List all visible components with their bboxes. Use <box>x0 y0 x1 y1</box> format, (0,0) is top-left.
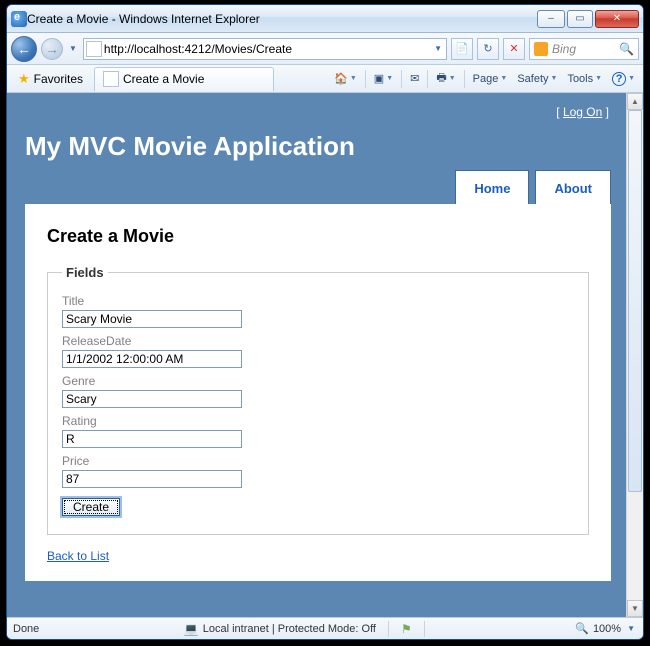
status-text: Done <box>13 623 39 635</box>
security-zone: Local intranet | Protected Mode: Off <box>203 623 376 635</box>
ie-icon <box>11 11 27 27</box>
label-genre: Genre <box>62 374 574 388</box>
tab-title: Create a Movie <box>123 72 204 86</box>
search-placeholder: Bing <box>552 42 576 56</box>
help-button[interactable]: ?▼ <box>608 68 639 90</box>
search-box[interactable]: Bing 🔍 <box>529 38 639 60</box>
page-favicon <box>86 41 102 57</box>
page-body: Create a Movie Fields Title ReleaseDate … <box>25 204 611 581</box>
compat-view-button[interactable]: 📄 <box>451 38 473 60</box>
nav-about[interactable]: About <box>535 170 611 204</box>
label-rating: Rating <box>62 414 574 428</box>
home-button[interactable]: 🏠▼ <box>330 68 361 90</box>
read-mail-button[interactable]: ✉ <box>406 68 423 90</box>
print-icon: 🖶 <box>436 69 446 88</box>
stop-button[interactable]: ✕ <box>503 38 525 60</box>
zoom-dropdown[interactable]: ▼ <box>625 624 637 633</box>
fields-fieldset: Fields Title ReleaseDate Genre Rating Pr… <box>47 265 589 535</box>
close-button[interactable]: ✕ <box>595 10 639 28</box>
window-title: Create a Movie - Windows Internet Explor… <box>27 12 537 26</box>
print-button[interactable]: 🖶▼ <box>432 68 459 90</box>
feeds-button[interactable]: ▣▼ <box>370 68 397 90</box>
star-icon: ★ <box>18 71 30 87</box>
zoom-icon[interactable]: 🔍 <box>575 622 589 635</box>
nav-history-dropdown[interactable]: ▼ <box>67 44 79 53</box>
bing-icon <box>534 42 548 56</box>
address-bar: ▼ <box>83 38 447 60</box>
separator <box>388 621 389 637</box>
separator <box>365 70 366 88</box>
input-price[interactable] <box>62 470 242 488</box>
favorites-button[interactable]: ★ Favorites <box>11 68 90 90</box>
titlebar: Create a Movie - Windows Internet Explor… <box>7 5 643 33</box>
label-releasedate: ReleaseDate <box>62 334 574 348</box>
status-bar: Done 💻 Local intranet | Protected Mode: … <box>7 617 643 639</box>
command-bar: 🏠▼ ▣▼ ✉ 🖶▼ Page▼ Safety▼ Tools▼ ?▼ <box>330 68 639 90</box>
scroll-track[interactable] <box>627 110 643 600</box>
search-icon[interactable]: 🔍 <box>619 42 634 56</box>
rss-icon: ▣ <box>374 72 384 85</box>
input-title[interactable] <box>62 310 242 328</box>
minimize-button[interactable]: – <box>537 10 565 28</box>
maximize-button[interactable]: ▭ <box>567 10 593 28</box>
vertical-scrollbar[interactable]: ▲ ▼ <box>626 93 643 617</box>
page-menu[interactable]: Page▼ <box>469 68 512 90</box>
tab-favicon <box>103 71 119 87</box>
label-title: Title <box>62 294 574 308</box>
favorites-label: Favorites <box>34 72 83 86</box>
input-genre[interactable] <box>62 390 242 408</box>
url-dropdown[interactable]: ▼ <box>432 44 444 53</box>
input-rating[interactable] <box>62 430 242 448</box>
viewport: [ Log On ] My MVC Movie Application Home… <box>7 93 643 617</box>
favorites-bar: ★ Favorites Create a Movie 🏠▼ ▣▼ ✉ 🖶▼ Pa… <box>7 65 643 93</box>
tools-menu[interactable]: Tools▼ <box>563 68 606 90</box>
separator <box>424 621 425 637</box>
app-container: [ Log On ] My MVC Movie Application Home… <box>7 93 629 599</box>
logon-link[interactable]: Log On <box>563 105 602 119</box>
browser-window: Create a Movie - Windows Internet Explor… <box>6 4 644 640</box>
back-button[interactable]: ← <box>11 36 37 62</box>
nav-home[interactable]: Home <box>455 170 529 204</box>
scroll-down-button[interactable]: ▼ <box>627 600 643 617</box>
mail-icon: ✉ <box>410 72 419 85</box>
back-to-list-link[interactable]: Back to List <box>47 549 109 563</box>
window-buttons: – ▭ ✕ <box>537 10 639 28</box>
page-heading: Create a Movie <box>47 226 589 247</box>
browser-tab[interactable]: Create a Movie <box>94 67 274 91</box>
help-icon: ? <box>612 72 626 86</box>
scroll-thumb[interactable] <box>628 110 642 492</box>
nav-toolbar: ← → ▼ ▼ 📄 ↻ ✕ Bing 🔍 <box>7 33 643 65</box>
zone-icon: 💻 <box>184 622 199 636</box>
separator <box>427 70 428 88</box>
input-releasedate[interactable] <box>62 350 242 368</box>
main-nav: Home About <box>25 170 611 204</box>
fieldset-legend: Fields <box>62 265 108 280</box>
url-input[interactable] <box>102 41 432 57</box>
logon-area: [ Log On ] <box>25 99 611 125</box>
zoom-level: 100% <box>593 623 621 635</box>
forward-button[interactable]: → <box>41 38 63 60</box>
create-button[interactable]: Create <box>62 498 120 516</box>
scroll-up-button[interactable]: ▲ <box>627 93 643 110</box>
label-price: Price <box>62 454 574 468</box>
home-icon: 🏠 <box>334 72 348 85</box>
mixed-content-icon[interactable]: ⚑ <box>401 622 412 636</box>
separator <box>464 70 465 88</box>
separator <box>401 70 402 88</box>
app-title: My MVC Movie Application <box>25 131 611 162</box>
safety-menu[interactable]: Safety▼ <box>513 68 561 90</box>
refresh-button[interactable]: ↻ <box>477 38 499 60</box>
